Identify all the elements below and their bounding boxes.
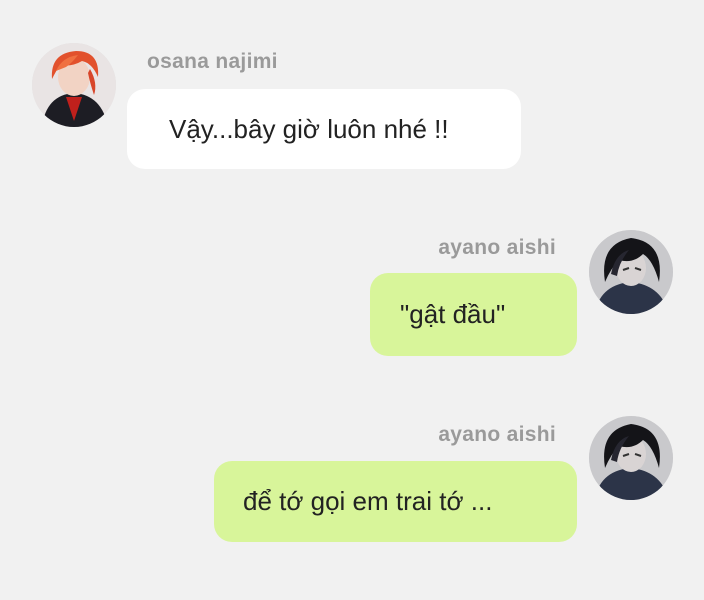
dark-haired-avatar-icon xyxy=(589,416,673,500)
sender-name: osana najimi xyxy=(147,50,278,73)
message-text: Vậy...bây giờ luôn nhé !! xyxy=(169,113,449,144)
message-bubble[interactable]: để tớ gọi em trai tớ ... xyxy=(214,461,577,542)
red-haired-avatar-icon xyxy=(32,43,116,127)
sender-name: ayano aishi xyxy=(438,423,556,446)
message-bubble[interactable]: "gật đầu" xyxy=(370,273,577,356)
message-text: để tớ gọi em trai tớ ... xyxy=(243,486,493,516)
message-text: "gật đầu" xyxy=(400,299,506,329)
message-bubble[interactable]: Vậy...bây giờ luôn nhé !! xyxy=(127,89,521,169)
osana-avatar[interactable] xyxy=(32,43,116,127)
dark-haired-avatar-icon xyxy=(589,230,673,314)
sender-name: ayano aishi xyxy=(438,236,556,259)
ayano-avatar[interactable] xyxy=(589,416,673,500)
ayano-avatar[interactable] xyxy=(589,230,673,314)
